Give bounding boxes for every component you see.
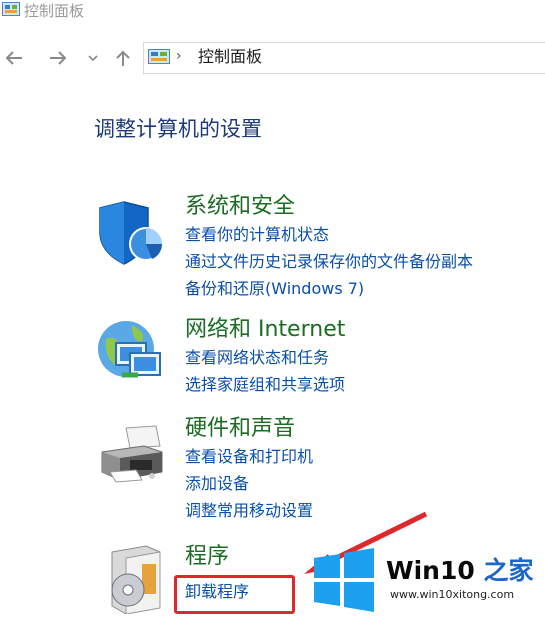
watermark-brand-accent: 之家 [483,556,534,585]
link-file-history-backup[interactable]: 通过文件历史记录保存你的文件备份副本 [185,251,473,273]
title-bar: 控制面板 [0,0,545,26]
category-title-programs[interactable]: 程序 [185,542,229,572]
link-devices-printers[interactable]: 查看设备和打印机 [185,446,313,468]
network-globe-icon [94,317,166,393]
annotation-highlight-box [174,575,295,614]
watermark-url: www.win10xitong.com [390,588,515,601]
link-homegroup-sharing[interactable]: 选择家庭组和共享选项 [185,374,345,396]
navigation-bar: › 控制面板 [0,40,545,74]
link-add-device[interactable]: 添加设备 [185,473,249,495]
link-backup-restore-windows7[interactable]: 备份和还原(Windows 7) [185,278,364,300]
windows-logo-icon [312,548,376,616]
shield-icon [96,198,166,272]
category-title-network-internet[interactable]: 网络和 Internet [185,315,345,345]
watermark-brand: Win10 之家 [386,551,533,587]
link-view-computer-status[interactable]: 查看你的计算机状态 [185,224,329,246]
link-mobility-settings[interactable]: 调整常用移动设置 [185,500,313,522]
control-panel-icon [2,2,20,22]
printer-icon [96,422,168,498]
breadcrumb-separator-icon: › [176,48,182,64]
breadcrumb-control-panel[interactable]: 控制面板 [198,46,262,68]
category-title-hardware-sound[interactable]: 硬件和声音 [185,414,295,444]
back-arrow-icon[interactable] [2,46,26,70]
category-title-system-security[interactable]: 系统和安全 [185,192,295,222]
window-title: 控制面板 [24,2,85,20]
programs-cd-icon [102,544,168,618]
watermark-brand-main: Win10 [386,556,475,585]
control-panel-icon [148,49,170,70]
forward-arrow-icon[interactable] [46,46,70,70]
address-bar[interactable]: › 控制面板 [143,42,545,74]
up-arrow-icon[interactable] [112,46,134,70]
watermark: Win10 之家 www.win10xitong.com [312,545,545,620]
recent-locations-chevron-down-icon[interactable] [86,46,100,70]
category-system-security: 系统和安全 查看你的计算机状态 通过文件历史记录保存你的文件备份副本 备份和还原… [94,192,545,302]
page-heading: 调整计算机的设置 [94,117,262,141]
category-network-internet: 网络和 Internet 查看网络状态和任务 选择家庭组和共享选项 [94,315,545,405]
link-view-network-status[interactable]: 查看网络状态和任务 [185,347,329,369]
